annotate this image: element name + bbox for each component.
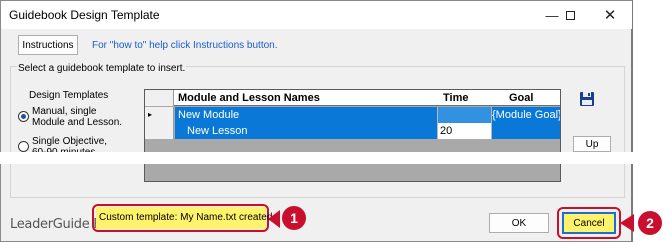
close-icon[interactable]: ✕ xyxy=(595,5,625,25)
floppy-disk-icon[interactable] xyxy=(579,91,595,107)
grid-header: Module and Lesson Names Time Goal xyxy=(145,90,560,106)
row-pointer-icon: ▸ xyxy=(145,107,174,123)
instructions-hint: For "how to" help click Instructions but… xyxy=(92,40,278,51)
status-message: Custom template: My Name.txt created. xyxy=(96,207,275,229)
grid-divider xyxy=(491,107,492,139)
row-time-cell[interactable]: 20 xyxy=(437,123,491,139)
row-goal-cell[interactable] xyxy=(491,123,560,139)
title-bar: Guidebook Design Template — ✕ xyxy=(1,1,632,29)
design-templates-label: Design Templates xyxy=(29,90,109,101)
row-name-cell[interactable]: New Module xyxy=(175,107,437,123)
cancel-button[interactable]: Cancel xyxy=(562,212,616,234)
row-header xyxy=(145,123,174,139)
annotation-marker-2: 2 xyxy=(638,211,662,235)
radio-manual-label-line1: Manual, single xyxy=(32,106,97,117)
column-header-names[interactable]: Module and Lesson Names xyxy=(175,90,437,106)
window-title: Guidebook Design Template xyxy=(9,8,160,22)
instructions-button[interactable]: Instructions xyxy=(18,35,78,55)
grid-corner xyxy=(145,90,174,106)
column-header-goal[interactable]: Goal xyxy=(491,90,560,106)
radio-manual-single[interactable] xyxy=(18,111,29,122)
module-lesson-grid[interactable]: Module and Lesson Names Time Goal ▸ New … xyxy=(144,89,561,182)
torn-edge-divider xyxy=(0,152,670,164)
row-goal-cell[interactable]: {Module Goal} xyxy=(491,107,560,123)
row-time-cell[interactable] xyxy=(437,107,491,123)
column-header-time[interactable]: Time xyxy=(437,90,491,106)
grid-divider xyxy=(437,107,438,139)
radio-manual-label-line2: Module and Lesson. xyxy=(32,117,123,128)
row-name-cell[interactable]: New Lesson xyxy=(175,123,437,139)
annotation-marker-1: 1 xyxy=(282,206,306,230)
ok-button[interactable]: OK xyxy=(489,213,549,233)
maximize-icon[interactable] xyxy=(555,5,585,25)
radio-single-objective-line1: Single Objective, xyxy=(32,136,108,147)
group-label: Select a guidebook template to insert. xyxy=(17,63,187,74)
